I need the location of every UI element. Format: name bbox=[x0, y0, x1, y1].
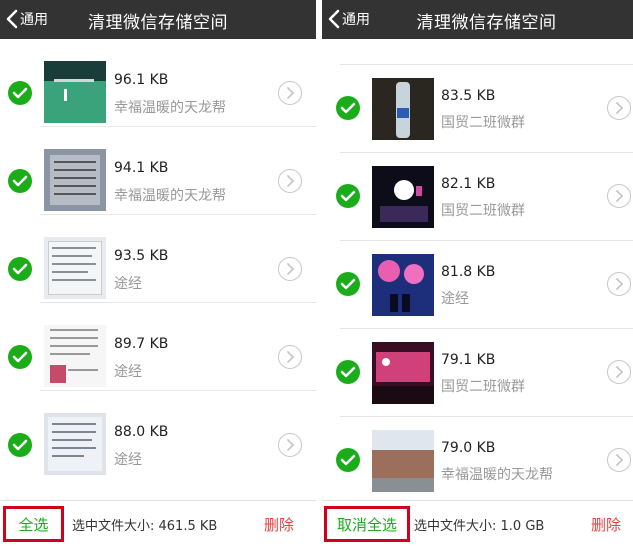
detail-arrow-button[interactable] bbox=[278, 169, 302, 193]
check-icon bbox=[340, 190, 356, 202]
list-item[interactable] bbox=[322, 39, 633, 65]
file-list: 96.1 KB 幸福温暖的天龙帮 94.1 KB 幸福温暖的天龙帮 93.5 K… bbox=[0, 39, 316, 500]
chevron-left-icon bbox=[328, 9, 340, 29]
checkbox-checked[interactable] bbox=[8, 169, 32, 193]
detail-arrow-button[interactable] bbox=[607, 360, 631, 384]
checkbox-checked[interactable] bbox=[8, 81, 32, 105]
image-thumbnail[interactable] bbox=[44, 61, 106, 123]
image-thumbnail[interactable] bbox=[44, 237, 106, 299]
chat-name: 途经 bbox=[114, 364, 142, 380]
check-icon bbox=[12, 351, 28, 363]
image-thumbnail[interactable] bbox=[44, 413, 106, 475]
bottom-toolbar: 取消全选 选中文件大小: 1.0 GB 删除 bbox=[322, 500, 633, 546]
file-size: 93.5 KB bbox=[114, 248, 169, 264]
list-item[interactable]: 93.5 KB 途经 bbox=[0, 215, 316, 303]
chevron-right-icon bbox=[287, 263, 295, 275]
delete-button[interactable]: 删除 bbox=[264, 514, 294, 535]
list-item[interactable]: 96.1 KB 幸福温暖的天龙帮 bbox=[0, 39, 316, 127]
check-icon bbox=[340, 366, 356, 378]
chat-name: 国贸二班微群 bbox=[441, 203, 525, 219]
image-thumbnail[interactable] bbox=[372, 254, 434, 316]
list-item[interactable]: 82.1 KB 国贸二班微群 bbox=[322, 153, 633, 241]
chat-name: 途经 bbox=[114, 276, 142, 292]
list-item[interactable]: 88.0 KB 途经 bbox=[0, 391, 316, 479]
check-icon bbox=[340, 454, 356, 466]
delete-button[interactable]: 删除 bbox=[591, 514, 621, 535]
file-list: 83.5 KB 国贸二班微群 82.1 KB 国贸二班微群 81.8 KB 途经… bbox=[322, 39, 633, 500]
checkbox-checked[interactable] bbox=[336, 360, 360, 384]
right-screen: 通用 清理微信存储空间 83.5 KB 国贸二班微群 82.1 KB 国贸二班微… bbox=[322, 0, 633, 546]
file-size: 96.1 KB bbox=[114, 72, 169, 88]
check-icon bbox=[12, 175, 28, 187]
selected-size-label: 选中文件大小: 1.0 GB bbox=[414, 519, 545, 534]
chat-name: 国贸二班微群 bbox=[441, 115, 525, 131]
check-icon bbox=[340, 102, 356, 114]
chevron-right-icon bbox=[616, 102, 624, 114]
list-item[interactable]: 94.1 KB 幸福温暖的天龙帮 bbox=[0, 127, 316, 215]
chevron-right-icon bbox=[287, 439, 295, 451]
checkbox-checked[interactable] bbox=[336, 448, 360, 472]
chevron-right-icon bbox=[616, 454, 624, 466]
detail-arrow-button[interactable] bbox=[607, 448, 631, 472]
deselect-all-button[interactable]: 取消全选 bbox=[324, 506, 410, 542]
chevron-right-icon bbox=[616, 366, 624, 378]
detail-arrow-button[interactable] bbox=[607, 96, 631, 120]
file-size: 88.0 KB bbox=[114, 424, 169, 440]
chat-name: 幸福温暖的天龙帮 bbox=[114, 188, 226, 204]
chevron-right-icon bbox=[287, 175, 295, 187]
detail-arrow-button[interactable] bbox=[278, 433, 302, 457]
image-thumbnail[interactable] bbox=[372, 430, 434, 492]
chevron-right-icon bbox=[287, 351, 295, 363]
checkbox-checked[interactable] bbox=[8, 345, 32, 369]
page-title: 清理微信存储空间 bbox=[88, 13, 228, 33]
chevron-right-icon bbox=[616, 190, 624, 202]
image-thumbnail[interactable] bbox=[372, 166, 434, 228]
file-size: 82.1 KB bbox=[441, 176, 496, 192]
checkbox-checked[interactable] bbox=[8, 257, 32, 281]
list-item[interactable]: 89.7 KB 途经 bbox=[0, 303, 316, 391]
file-size: 94.1 KB bbox=[114, 160, 169, 176]
chat-name: 途经 bbox=[114, 452, 142, 468]
list-item[interactable]: 83.5 KB 国贸二班微群 bbox=[322, 65, 633, 153]
image-thumbnail[interactable] bbox=[44, 149, 106, 211]
chat-name: 途经 bbox=[441, 291, 469, 307]
check-icon bbox=[12, 439, 28, 451]
file-size: 83.5 KB bbox=[441, 88, 496, 104]
select-all-button[interactable]: 全选 bbox=[3, 506, 64, 542]
file-size: 81.8 KB bbox=[441, 264, 496, 280]
check-icon bbox=[12, 87, 28, 99]
chevron-right-icon bbox=[616, 278, 624, 290]
detail-arrow-button[interactable] bbox=[278, 345, 302, 369]
list-item[interactable]: 81.8 KB 途经 bbox=[322, 241, 633, 329]
checkbox-checked[interactable] bbox=[8, 433, 32, 457]
nav-bar: 通用 清理微信存储空间 bbox=[322, 0, 633, 39]
checkbox-checked[interactable] bbox=[336, 184, 360, 208]
checkbox-checked[interactable] bbox=[336, 272, 360, 296]
detail-arrow-button[interactable] bbox=[278, 257, 302, 281]
image-thumbnail[interactable] bbox=[372, 78, 434, 140]
chat-name: 幸福温暖的天龙帮 bbox=[114, 100, 226, 116]
screenshot-root: 通用 清理微信存储空间 96.1 KB 幸福温暖的天龙帮 94.1 KB 幸福温… bbox=[0, 0, 633, 546]
detail-arrow-button[interactable] bbox=[607, 184, 631, 208]
checkbox-checked[interactable] bbox=[336, 96, 360, 120]
detail-arrow-button[interactable] bbox=[607, 272, 631, 296]
chevron-right-icon bbox=[287, 87, 295, 99]
page-title: 清理微信存储空间 bbox=[416, 13, 557, 33]
selected-size-label: 选中文件大小: 461.5 KB bbox=[72, 519, 218, 534]
file-size: 79.1 KB bbox=[441, 352, 496, 368]
nav-bar: 通用 清理微信存储空间 bbox=[0, 0, 316, 39]
chat-name: 国贸二班微群 bbox=[441, 379, 525, 395]
left-screen: 通用 清理微信存储空间 96.1 KB 幸福温暖的天龙帮 94.1 KB 幸福温… bbox=[0, 0, 316, 546]
detail-arrow-button[interactable] bbox=[278, 81, 302, 105]
file-size: 89.7 KB bbox=[114, 336, 169, 352]
check-icon bbox=[12, 263, 28, 275]
image-thumbnail[interactable] bbox=[372, 342, 434, 404]
bottom-toolbar: 全选 选中文件大小: 461.5 KB 删除 bbox=[0, 500, 316, 546]
list-item[interactable]: 79.1 KB 国贸二班微群 bbox=[322, 329, 633, 417]
check-icon bbox=[340, 278, 356, 290]
list-item[interactable]: 79.0 KB 幸福温暖的天龙帮 bbox=[322, 417, 633, 500]
file-size: 79.0 KB bbox=[441, 440, 496, 456]
image-thumbnail[interactable] bbox=[44, 325, 106, 387]
chat-name: 幸福温暖的天龙帮 bbox=[441, 467, 553, 483]
